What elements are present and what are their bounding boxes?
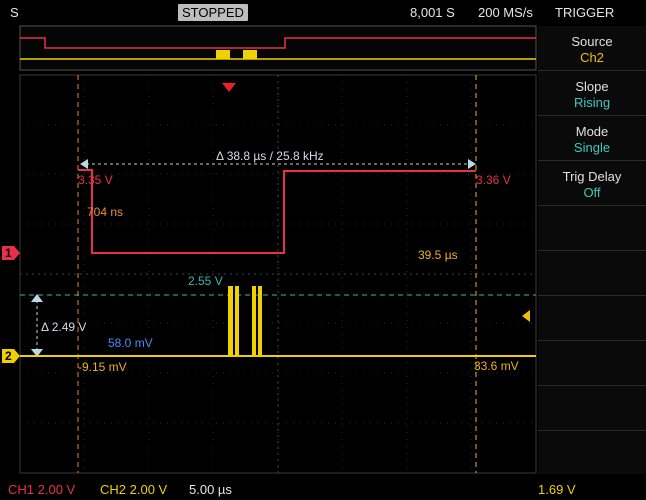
ch2-pulse	[258, 286, 262, 356]
arrow-left-icon	[80, 159, 88, 169]
cursor-time-readout: 39.5 µs	[418, 248, 458, 262]
menu-label: Source	[571, 34, 613, 49]
timebase[interactable]: 5.00 µs	[189, 482, 232, 497]
trigger-side-menu: Source Ch2 Slope Rising Mode Single Trig…	[538, 26, 646, 474]
menu-value: Single	[573, 140, 611, 155]
delta-time-readout: Δ 38.8 µs / 25.8 kHz	[216, 149, 324, 163]
arrow-right-icon	[468, 159, 476, 169]
ch2-level-low-readout: 58.0 mV	[108, 336, 153, 350]
menu-label: Mode	[575, 124, 609, 139]
side-menu-empty-slot[interactable]	[538, 251, 646, 296]
triangle-down-icon[interactable]	[222, 83, 236, 92]
ch1-marker-label: 1	[5, 246, 12, 260]
ch2-pulse	[235, 286, 239, 356]
overview-ch2-burst	[216, 50, 230, 59]
cursor1-ch1-readout: 3.35 V	[78, 173, 113, 187]
cursor1-ch2-readout: -9.15 mV	[78, 360, 127, 374]
trigger-mode-button[interactable]: Mode Single	[538, 116, 646, 161]
menu-value: Off	[583, 185, 601, 200]
menu-label: Trig Delay	[562, 169, 622, 184]
trigger-slope-button[interactable]: Slope Rising	[538, 71, 646, 116]
overview-ch2-burst	[243, 50, 257, 59]
ch2-marker-label: 2	[5, 349, 12, 363]
ch2-level-high-readout: 2.55 V	[188, 274, 223, 288]
side-menu-empty-slot[interactable]	[538, 296, 646, 341]
ch2-pulse	[228, 286, 233, 356]
cursor-offset-readout: 704 ns	[87, 205, 124, 219]
trigger-source-button[interactable]: Source Ch2	[538, 26, 646, 71]
side-menu-empty-slot[interactable]	[538, 206, 646, 251]
ch2-scale[interactable]: CH2 2.00 V	[100, 482, 167, 497]
menu-label: Slope	[575, 79, 609, 94]
cursor2-ch1-readout: 3.36 V	[476, 173, 511, 187]
trig-delay-button[interactable]: Trig Delay Off	[538, 161, 646, 206]
side-menu-empty-slot[interactable]	[538, 431, 646, 475]
ch2-pulse	[252, 286, 256, 356]
menu-value: Ch2	[580, 50, 604, 65]
bottom-status-bar: CH1 2.00 V CH2 2.00 V 5.00 µs 1.69 V	[0, 474, 646, 500]
ch1-trace	[78, 169, 476, 254]
menu-value: Rising	[573, 95, 611, 110]
side-menu-empty-slot[interactable]	[538, 386, 646, 431]
side-menu-empty-slot[interactable]	[538, 341, 646, 386]
ch1-scale[interactable]: CH1 2.00 V	[8, 482, 75, 497]
triangle-left-icon[interactable]	[522, 310, 530, 322]
cursor2-ch2-readout: 33.6 mV	[474, 359, 519, 373]
ch2-delta-v-readout: Δ 2.49 V	[41, 320, 87, 334]
trigger-level[interactable]: 1.69 V	[538, 482, 576, 497]
